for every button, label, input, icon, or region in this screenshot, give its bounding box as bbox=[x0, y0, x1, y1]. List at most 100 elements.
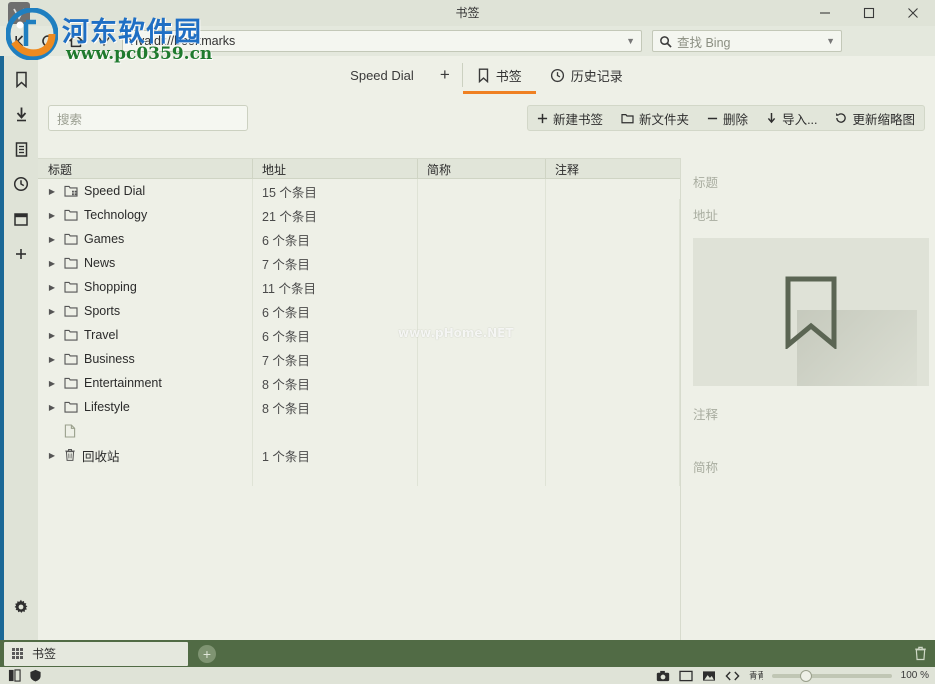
expand-arrow-icon[interactable]: ▶ bbox=[46, 355, 58, 364]
column-header-title[interactable]: 标题 bbox=[38, 159, 252, 178]
expand-arrow-icon[interactable]: ▶ bbox=[46, 403, 58, 412]
search-input[interactable]: 搜索 bbox=[48, 105, 248, 131]
table-row[interactable]: ▶回收站1 个条目 bbox=[38, 443, 680, 467]
add-panel-icon[interactable] bbox=[7, 239, 35, 269]
refresh-icon bbox=[835, 112, 847, 124]
cell-nickname bbox=[417, 347, 545, 371]
tab-history[interactable]: 历史记录 bbox=[536, 56, 637, 94]
add-speed-dial-button[interactable]: + bbox=[428, 56, 462, 94]
chevron-down-icon[interactable]: ▼ bbox=[626, 36, 635, 46]
expand-arrow-icon[interactable]: ▶ bbox=[46, 379, 58, 388]
table-row[interactable]: ▶Travel6 个条目 bbox=[38, 323, 680, 347]
search-bar[interactable]: 查找 Bing ▼ bbox=[652, 30, 842, 52]
svg-text:青青: 青青 bbox=[749, 670, 763, 680]
home-icon[interactable] bbox=[62, 29, 90, 53]
manager-tabs: Speed Dial + 书签 历史记录 bbox=[38, 56, 935, 94]
expand-arrow-icon[interactable]: ▶ bbox=[46, 307, 58, 316]
cell-nickname bbox=[417, 323, 545, 347]
column-header-description[interactable]: 注释 bbox=[545, 159, 680, 178]
gear-icon[interactable] bbox=[7, 592, 35, 622]
zoom-slider-knob[interactable] bbox=[800, 670, 812, 682]
address-bar[interactable]: vivaldi://bookmarks ▼ bbox=[122, 30, 642, 52]
table-row[interactable]: ▶Entertainment8 个条目 bbox=[38, 371, 680, 395]
expand-arrow-icon[interactable]: ▶ bbox=[46, 283, 58, 292]
add-tab-icon[interactable]: + bbox=[198, 645, 216, 663]
column-header-address[interactable]: 地址 bbox=[252, 159, 417, 178]
window-controls bbox=[803, 0, 935, 26]
expand-arrow-icon[interactable]: ▶ bbox=[46, 331, 58, 340]
expand-arrow-icon[interactable]: ▶ bbox=[46, 235, 58, 244]
zoom-slider[interactable] bbox=[772, 674, 892, 678]
windows-panel-icon[interactable] bbox=[7, 204, 35, 234]
tab-speed-dial[interactable]: Speed Dial bbox=[336, 56, 428, 94]
delete-button[interactable]: 删除 bbox=[698, 105, 757, 131]
chevron-down-icon[interactable]: ▼ bbox=[826, 36, 835, 46]
table-row[interactable]: ▶Business7 个条目 bbox=[38, 347, 680, 371]
trash-icon bbox=[64, 448, 76, 462]
new-bookmark-button[interactable]: 新建书签 bbox=[528, 105, 612, 131]
folder-icon bbox=[64, 401, 78, 413]
browser-tab-bookmarks[interactable]: 书签 bbox=[4, 642, 188, 666]
code-icon[interactable] bbox=[725, 670, 740, 682]
folder-icon bbox=[64, 281, 78, 293]
page-tile-icon[interactable] bbox=[8, 669, 21, 682]
notes-panel-icon[interactable] bbox=[7, 134, 35, 164]
refresh-thumbnails-button[interactable]: 更新缩略图 bbox=[826, 105, 924, 131]
vivaldi-menu-icon[interactable] bbox=[90, 29, 118, 53]
import-button[interactable]: 导入... bbox=[757, 105, 826, 131]
cell-nickname bbox=[417, 203, 545, 227]
table-row[interactable] bbox=[38, 419, 680, 443]
table-row[interactable]: ▶Sports6 个条目 bbox=[38, 299, 680, 323]
history-panel-icon[interactable] bbox=[7, 169, 35, 199]
maximize-button[interactable] bbox=[847, 0, 891, 26]
tab-bookmarks[interactable]: 书签 bbox=[463, 56, 536, 94]
expand-arrow-icon[interactable]: ▶ bbox=[46, 259, 58, 268]
bookmarks-toolbar: 搜索 新建书签 新文件夹 bbox=[38, 94, 935, 142]
status-right: 青青 100 % bbox=[656, 670, 935, 682]
table-row[interactable]: ▶News7 个条目 bbox=[38, 251, 680, 275]
table-row[interactable]: ▶Shopping11 个条目 bbox=[38, 275, 680, 299]
table-row[interactable]: ▶Games6 个条目 bbox=[38, 227, 680, 251]
cell-description bbox=[545, 203, 680, 227]
cell-title: ▶News bbox=[38, 251, 252, 275]
row-title-label: Technology bbox=[84, 208, 147, 222]
cell-title: ▶Sports bbox=[38, 299, 252, 323]
table-row[interactable]: ▶ Technology 21 个条目 bbox=[38, 203, 680, 227]
camera-icon[interactable] bbox=[656, 670, 670, 682]
new-folder-label: 新文件夹 bbox=[639, 109, 689, 128]
download-arrow-icon bbox=[766, 112, 777, 124]
expand-arrow-icon[interactable]: ▶ bbox=[46, 451, 58, 460]
expand-arrow-icon[interactable]: ▶ bbox=[46, 211, 58, 220]
cell-title: ▶Business bbox=[38, 347, 252, 371]
column-header-nickname[interactable]: 简称 bbox=[417, 159, 545, 178]
shield-icon[interactable] bbox=[29, 669, 42, 682]
page-icon bbox=[64, 424, 76, 438]
image-icon[interactable] bbox=[702, 670, 716, 682]
cell-description bbox=[545, 179, 680, 203]
cell-address bbox=[252, 419, 417, 443]
detail-description-label: 注释 bbox=[693, 404, 923, 423]
table-row[interactable]: ▶Speed Dial15 个条目 bbox=[38, 179, 680, 203]
tile-icon[interactable] bbox=[679, 670, 693, 682]
window-title: 书签 bbox=[0, 4, 935, 21]
close-button[interactable] bbox=[891, 0, 935, 26]
downloads-panel-icon[interactable] bbox=[7, 99, 35, 129]
cell-title: ▶Travel bbox=[38, 323, 252, 347]
expand-arrow-icon[interactable]: ▶ bbox=[46, 187, 58, 196]
back-arrow-icon[interactable] bbox=[6, 29, 34, 53]
reload-icon[interactable] bbox=[34, 29, 62, 53]
minimize-button[interactable] bbox=[803, 0, 847, 26]
cell-address: 21 个条目 bbox=[252, 203, 417, 227]
new-folder-button[interactable]: 新文件夹 bbox=[612, 105, 698, 131]
cell-address: 8 个条目 bbox=[252, 395, 417, 419]
bookmark-actions: 新建书签 新文件夹 删除 bbox=[527, 105, 925, 131]
table-row[interactable]: ▶Lifestyle8 个条目 bbox=[38, 395, 680, 419]
table-header: 标题 地址 简称 注释 bbox=[38, 159, 680, 179]
bookmarks-panel-icon[interactable] bbox=[7, 64, 35, 94]
cell-nickname bbox=[417, 275, 545, 299]
folder-icon bbox=[64, 233, 78, 245]
refresh-thumbnails-label: 更新缩略图 bbox=[852, 109, 915, 128]
row-title-label: Entertainment bbox=[84, 376, 162, 390]
folder-icon bbox=[64, 257, 78, 269]
trash-icon[interactable] bbox=[914, 646, 927, 661]
